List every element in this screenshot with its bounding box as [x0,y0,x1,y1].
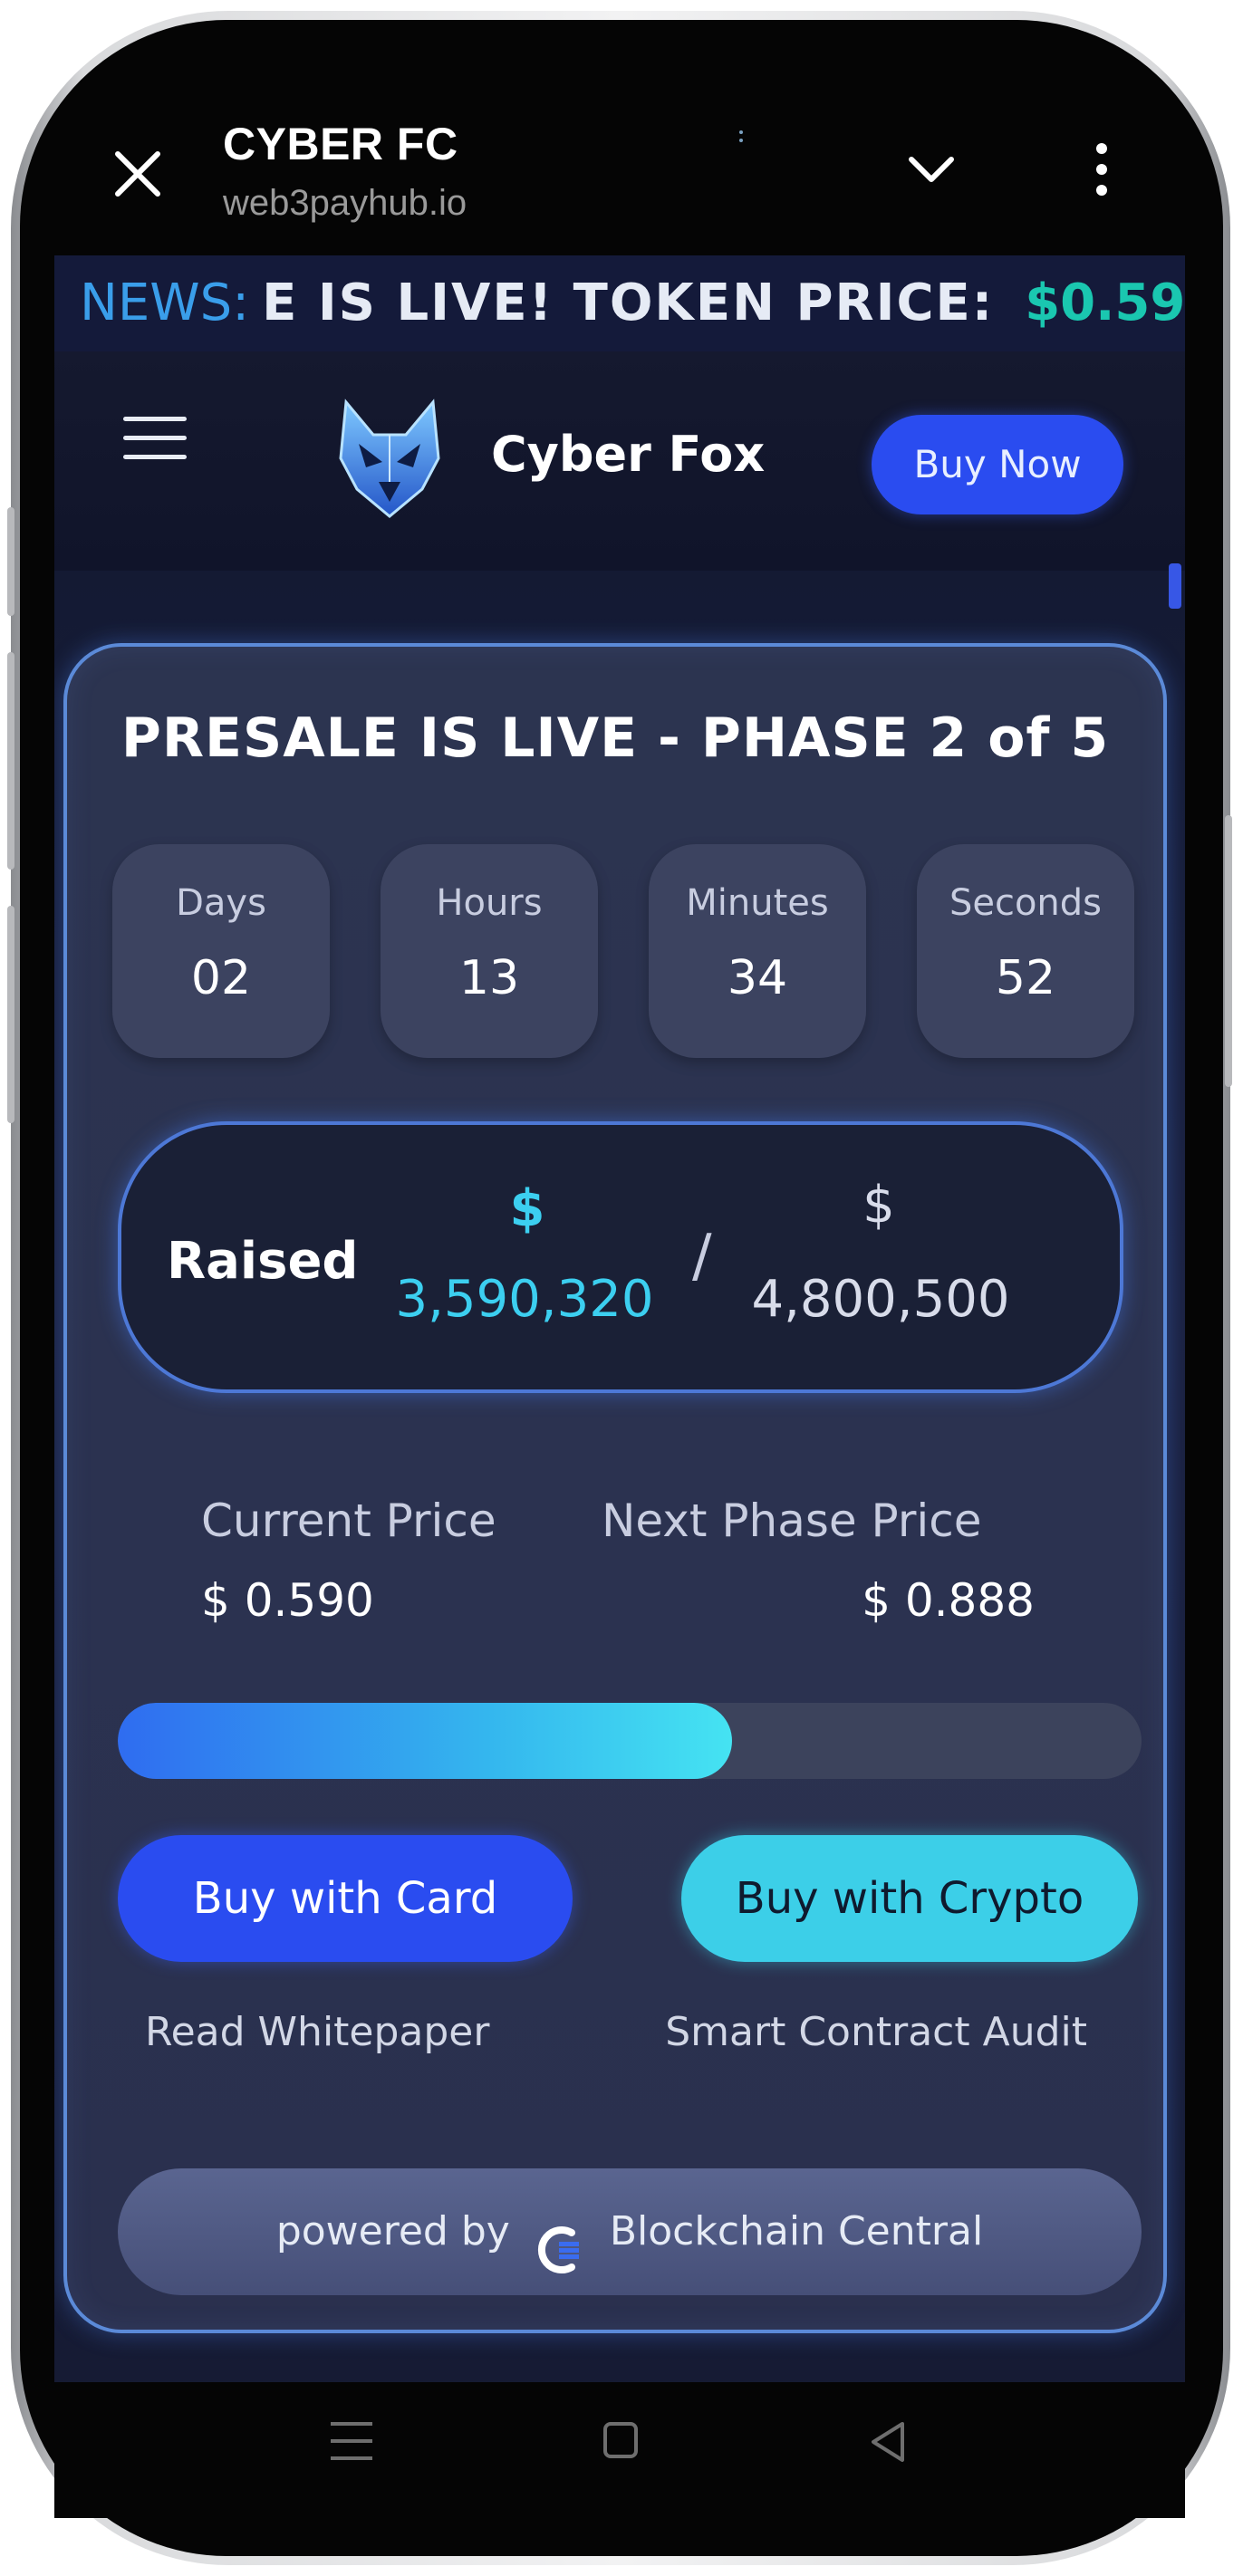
countdown-label: Days [176,882,266,924]
site-header: Cyber Fox Buy Now [54,351,1185,571]
phone-side-button [7,507,14,616]
powered-by-banner[interactable]: powered by Blockchain Central [118,2168,1142,2295]
buy-now-button[interactable]: Buy Now [872,415,1123,514]
recents-icon[interactable] [331,2422,372,2464]
close-icon[interactable] [107,143,169,205]
countdown-value: 34 [727,951,788,1005]
countdown-value: 52 [995,951,1056,1005]
raised-label: Raised [167,1232,359,1291]
ticker-label: NEWS: [80,274,250,332]
read-whitepaper-link[interactable]: Read Whitepaper [145,2009,489,2055]
browser-url: web3payhub.io [223,183,467,223]
countdown-seconds: Seconds 52 [917,844,1134,1058]
brand-name[interactable]: Cyber Fox [491,426,765,483]
buy-with-crypto-button[interactable]: Buy with Crypto [681,1835,1138,1962]
browser-title: CYBER FC [223,119,458,169]
hamburger-menu-icon[interactable] [123,417,187,459]
ticker-text: E IS LIVE! TOKEN PRICE: [262,274,995,332]
raised-separator: / [692,1223,712,1290]
countdown-hours: Hours 13 [381,844,598,1058]
countdown-value: 02 [190,951,252,1005]
smart-contract-audit-link[interactable]: Smart Contract Audit [665,2009,1087,2055]
chevron-down-icon[interactable] [906,152,957,188]
presale-card: PRESALE IS LIVE - PHASE 2 of 5 Days 02 H… [63,643,1167,2333]
raised-panel: Raised $ 3,590,320 / $ 4,800,500 [118,1121,1123,1393]
blockchain-central-logo-icon [532,2202,588,2273]
ticker-price: $0.59 [1025,274,1185,332]
countdown-value: 13 [458,951,520,1005]
buy-with-card-button[interactable]: Buy with Card [118,1835,573,1962]
more-vertical-icon[interactable] [1093,143,1111,207]
phone-side-button [7,906,14,1123]
loading-indicator-icon [739,130,745,149]
system-navigation-bar [54,2382,1185,2518]
powered-by-prefix: powered by [275,2208,510,2254]
current-price-value: $ 0.590 [201,1574,374,1627]
phone-side-button [1225,815,1232,1087]
countdown-label: Seconds [949,882,1103,924]
news-ticker: NEWS: E IS LIVE! TOKEN PRICE: $0.59 [54,255,1185,351]
countdown-label: Minutes [686,882,829,924]
current-price-label: Current Price [201,1495,496,1547]
home-icon[interactable] [603,2422,638,2458]
web-page: NEWS: E IS LIVE! TOKEN PRICE: $0.59 Cyber … [54,255,1185,2382]
back-icon[interactable] [866,2418,910,2465]
countdown-minutes: Minutes 34 [649,844,866,1058]
raised-current-value: 3,590,320 [395,1270,654,1329]
fox-logo-icon[interactable] [326,395,453,522]
raised-goal-value: 4,800,500 [751,1270,1010,1329]
scrollbar-thumb[interactable] [1169,563,1181,609]
raised-current-symbol: $ [509,1179,545,1238]
countdown-days: Days 02 [112,844,330,1058]
next-phase-price-label: Next Phase Price [602,1495,982,1547]
presale-progress-fill [118,1703,732,1779]
phone-side-button [7,652,14,870]
next-phase-price-value: $ 0.888 [862,1574,1035,1627]
countdown-label: Hours [436,882,543,924]
raised-goal-symbol: $ [862,1176,895,1235]
powered-by-name: Blockchain Central [609,2208,984,2254]
presale-title: PRESALE IS LIVE - PHASE 2 of 5 [120,706,1110,770]
presale-progress-bar [118,1703,1142,1779]
